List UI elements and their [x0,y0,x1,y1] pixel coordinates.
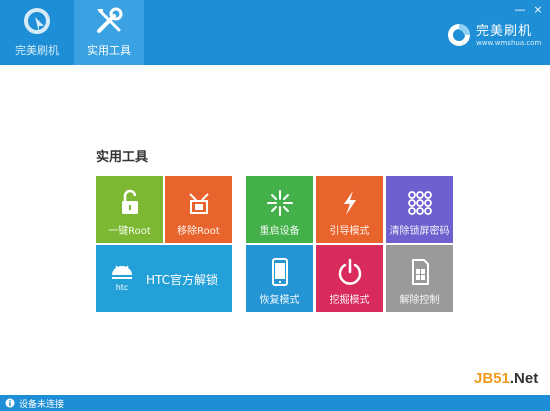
tab-flash[interactable]: 完美刷机 [2,0,72,65]
tile-label: 重启设备 [259,226,300,237]
info-icon [5,398,15,408]
status-bar: 设备未连接 [0,395,550,411]
tile-label: 挖掘模式 [329,295,370,306]
remove-root-tile[interactable]: 移除Root [165,176,232,243]
clear-lock-password-tile[interactable]: 清除锁屏密码 [386,176,453,243]
phone-icon [271,258,288,286]
spark-icon [266,190,293,216]
title-bar: 完美刷机 实用工具 — × 完美刷机 www.wmshua.com [0,0,550,65]
lightning-icon [343,191,356,215]
reboot-device-tile[interactable]: 重启设备 [246,176,313,243]
one-click-root-tile[interactable]: 一键Root [96,176,163,243]
connection-status: 设备未连接 [19,400,65,410]
refresh-arrow-icon [24,8,50,34]
tile-label: 一键Root [108,226,151,237]
tools-icon [97,7,123,33]
tab-flash-label: 完美刷机 [15,44,59,57]
sim-card-icon [411,259,429,285]
svg-text:htc: htc [116,283,129,292]
download-mode-tile[interactable]: 挖掘模式 [316,245,383,312]
tile-label: 清除锁屏密码 [389,226,450,237]
tile-label: 引导模式 [329,226,370,237]
tile-label: 解除控制 [399,295,440,306]
brand-url: www.wmshua.com [476,39,542,47]
tile-label: 移除Root [177,226,220,237]
tile-label: HTC官方解锁 [146,273,219,287]
watermark: JB51.Net [474,370,538,387]
brand-name: 完美刷机 [476,24,533,39]
bootloader-mode-tile[interactable]: 引导模式 [316,176,383,243]
remove-root-icon [188,193,209,214]
brand-logo-icon [448,24,470,46]
release-control-tile[interactable]: 解除控制 [386,245,453,312]
power-icon [338,258,361,285]
watermark-part1: JB51 [474,370,510,387]
minimize-button[interactable]: — [514,4,526,16]
close-button[interactable]: × [532,4,544,16]
tab-tools[interactable]: 实用工具 [74,0,144,65]
watermark-part2: .Net [509,370,539,387]
section-title: 实用工具 [96,150,149,165]
brand: 完美刷机 www.wmshua.com [446,18,546,58]
unlock-icon [121,189,138,214]
htc-android-icon: htc [112,265,132,292]
recovery-mode-tile[interactable]: 恢复模式 [246,245,313,312]
htc-unlock-tile[interactable]: htc HTC官方解锁 [96,245,232,312]
tile-label: 恢复模式 [259,295,300,306]
pattern-grid-icon [407,191,432,215]
tab-tools-label: 实用工具 [87,44,131,57]
